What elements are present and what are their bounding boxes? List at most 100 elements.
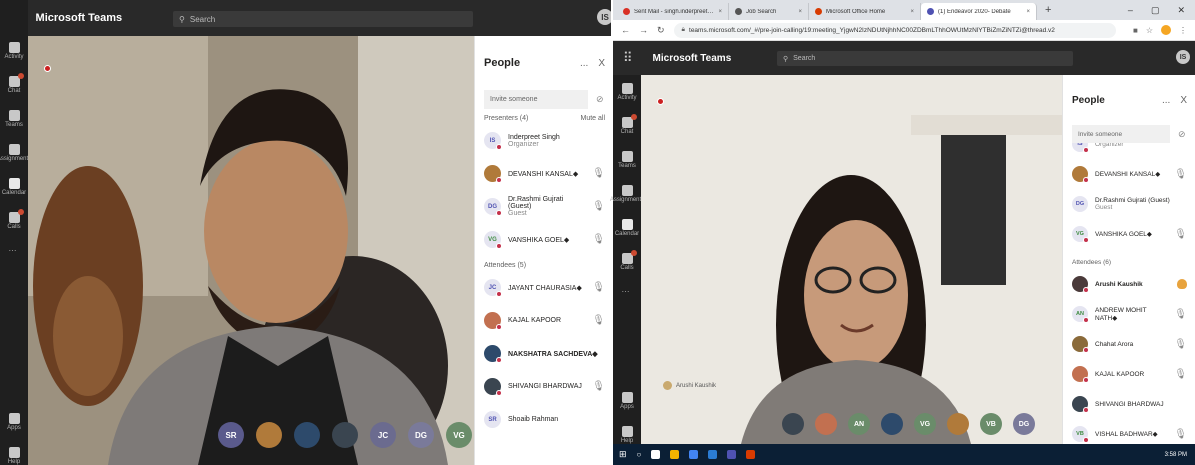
forward-icon[interactable]: → (639, 25, 648, 35)
task-view-icon[interactable] (651, 450, 661, 459)
browser-menu-icon[interactable]: ⋮ (1179, 26, 1187, 35)
participant-photo-tile[interactable] (881, 413, 903, 435)
attendees-section[interactable]: Attendees (5) (484, 259, 605, 271)
participant-row[interactable]: VG VANSHIKA GOEL◆ 🎙︎ (484, 223, 605, 256)
participant-tile[interactable]: SR (218, 422, 244, 448)
rail-item-help[interactable]: Help (0, 447, 28, 465)
bookmark-star-icon[interactable]: ☆ (1146, 26, 1153, 35)
search-input[interactable]: ⚲ Search (173, 11, 473, 27)
windows-start-icon[interactable]: ⊞ (619, 449, 627, 460)
participant-row[interactable]: Arushi Kaushik (1072, 269, 1187, 299)
rail-item-apps[interactable]: Apps (0, 413, 28, 431)
mic-muted-icon[interactable]: 🎙︎ (1174, 229, 1187, 240)
participant-row[interactable]: NAKSHATRA SACHDEVA◆ (484, 337, 605, 370)
participant-tile[interactable]: JC (370, 422, 396, 448)
maximize-icon[interactable]: ▢ (1151, 5, 1160, 16)
word-icon[interactable] (708, 450, 718, 459)
tab-close-icon[interactable]: × (798, 9, 802, 15)
participant-row[interactable]: DEVANSHI KANSAL◆ 🎙︎ (484, 157, 605, 190)
more-options-icon[interactable]: ... (580, 58, 588, 69)
close-window-icon[interactable]: ✕ (1177, 5, 1185, 16)
mic-muted-icon[interactable]: 🎙︎ (592, 168, 605, 179)
mute-all-button[interactable]: Mute all (580, 115, 605, 122)
rail-item-activity[interactable]: Activity (0, 42, 28, 60)
chrome-icon[interactable] (689, 450, 699, 459)
new-tab-button[interactable]: + (1037, 4, 1059, 16)
rail-item-assignments[interactable]: Assignments (610, 185, 644, 203)
participant-photo-tile[interactable] (294, 422, 320, 448)
participant-row[interactable]: DG Dr.Rashmi Gujrati (Guest) Guest (1072, 189, 1187, 219)
participant-photo-tile[interactable] (782, 413, 804, 435)
participant-tile[interactable]: VG (446, 422, 472, 448)
rail-item-[interactable]: ··· (613, 287, 641, 298)
rail-item-teams[interactable]: Teams (613, 151, 641, 169)
rail-item-teams[interactable]: Teams (0, 110, 28, 128)
rail-item-calendar[interactable]: Calendar (613, 219, 641, 237)
participant-row[interactable]: SHIVANGI BHARDWAJ (1072, 389, 1187, 419)
participant-row[interactable]: DG Dr.Rashmi Gujrati (Guest) Guest 🎙︎ (484, 190, 605, 223)
tray-clock[interactable]: 3:58 PM (1165, 452, 1187, 458)
url-field[interactable]: 🔒︎ teams.microsoft.com/_#/pre-join-calli… (673, 22, 1116, 38)
share-link-icon[interactable]: ⊘ (1178, 129, 1186, 140)
participant-tile[interactable]: DG (408, 422, 434, 448)
mic-muted-icon[interactable]: 🎙︎ (1174, 369, 1187, 380)
rail-item-calls[interactable]: Calls (0, 209, 28, 230)
rail-item-calls[interactable]: Calls (613, 250, 641, 271)
rail-item-chat[interactable]: Chat (613, 114, 641, 135)
tab-close-icon[interactable]: × (910, 9, 914, 15)
mic-muted-icon[interactable]: 🎙︎ (592, 282, 605, 293)
participant-tile[interactable]: AN (848, 413, 870, 435)
minimize-icon[interactable]: – (1128, 5, 1133, 16)
mic-muted-icon[interactable]: 🎙︎ (592, 234, 605, 245)
participant-tile[interactable]: VB (980, 413, 1002, 435)
file-explorer-icon[interactable] (670, 450, 680, 459)
participant-tile[interactable]: VG (914, 413, 936, 435)
participant-row[interactable]: JC JAYANT CHAURASIA◆ 🎙︎ (484, 271, 605, 304)
app-launcher-icon[interactable]: ⠿ (623, 50, 633, 66)
browser-tab[interactable]: (1) Endeavor 2020- Debate × (921, 3, 1037, 20)
participant-row[interactable]: VG VANSHIKA GOEL◆ 🎙︎ (1072, 219, 1187, 249)
mic-muted-icon[interactable]: 🎙︎ (1174, 169, 1187, 180)
rail-item-chat[interactable]: Chat (0, 73, 28, 94)
rail-item-help[interactable]: Help (613, 426, 641, 444)
invite-input[interactable]: Invite someone (1072, 125, 1170, 143)
tab-close-icon[interactable]: × (718, 9, 722, 15)
participant-row[interactable]: KAJAL KAPOOR 🎙︎ (1072, 359, 1187, 389)
mic-muted-icon[interactable]: 🎙︎ (592, 381, 605, 392)
extension-icon[interactable]: ■ (1133, 26, 1138, 35)
participant-row[interactable]: KAJAL KAPOOR 🎙︎ (484, 304, 605, 337)
participant-row[interactable]: SR Shoaib Rahman (484, 403, 605, 436)
mic-muted-icon[interactable]: 🎙︎ (1174, 339, 1187, 350)
participant-row[interactable]: DEVANSHI KANSAL◆ 🎙︎ (1072, 159, 1187, 189)
mic-muted-icon[interactable]: 🎙︎ (592, 315, 605, 326)
invite-input[interactable]: Invite someone (484, 90, 588, 109)
participant-row[interactable]: Chahat Arora 🎙︎ (1072, 329, 1187, 359)
participant-photo-tile[interactable] (332, 422, 358, 448)
powerpoint-icon[interactable] (746, 450, 756, 459)
share-link-icon[interactable]: ⊘ (596, 94, 604, 105)
browser-tab[interactable]: Sent Mail - singh.inderpreet650 × (617, 3, 729, 20)
search-input[interactable]: ⚲ Search (777, 51, 1073, 66)
teams-icon[interactable] (727, 450, 737, 459)
participant-row[interactable]: IS Inderpreet Singh Organizer (484, 124, 605, 157)
browser-tab[interactable]: Job Search × (729, 3, 809, 20)
reload-icon[interactable]: ↻ (657, 25, 665, 36)
participant-tile[interactable]: DG (1013, 413, 1035, 435)
back-icon[interactable]: ← (621, 25, 630, 35)
participant-photo-tile[interactable] (815, 413, 837, 435)
presenters-section[interactable]: Presenters (4) Mute all (484, 112, 605, 124)
close-icon[interactable]: X (1180, 95, 1187, 106)
profile-icon[interactable] (1161, 25, 1171, 35)
rail-item-[interactable]: ··· (0, 246, 28, 257)
rail-item-assignments[interactable]: Assignments (0, 144, 31, 162)
browser-tab[interactable]: Microsoft Office Home × (809, 3, 921, 20)
close-icon[interactable]: X (598, 58, 605, 69)
mic-muted-icon[interactable]: 🎙︎ (1174, 429, 1187, 440)
mic-muted-icon[interactable]: 🎙︎ (1174, 309, 1187, 320)
participant-row[interactable]: AN ANDREW MOHIT NATH◆ 🎙︎ (1072, 299, 1187, 329)
participant-photo-tile[interactable] (256, 422, 282, 448)
mic-muted-icon[interactable]: 🎙︎ (592, 201, 605, 212)
taskbar-search-icon[interactable]: ○ (637, 450, 642, 459)
participant-row[interactable]: IS Organizer (1072, 143, 1187, 159)
attendees-section[interactable]: Attendees (6) (1072, 255, 1187, 269)
